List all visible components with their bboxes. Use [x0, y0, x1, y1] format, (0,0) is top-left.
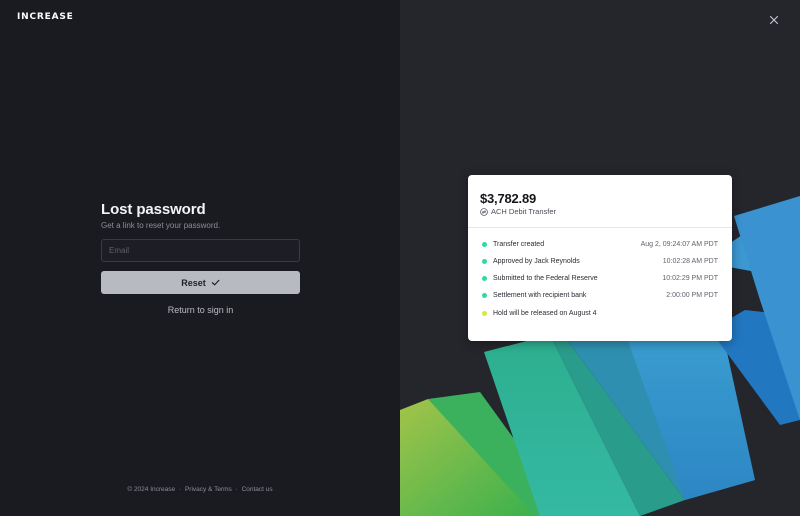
- timeline-item-time: 2:00:00 PM PDT: [666, 292, 718, 299]
- status-dot: [482, 276, 487, 281]
- transfer-amount: $3,782.89: [480, 191, 537, 206]
- ach-transfer-icon: [480, 207, 488, 216]
- footer-separator: ·: [235, 486, 238, 493]
- status-dot: [482, 311, 487, 316]
- page-title: Lost password: [101, 201, 206, 218]
- reset-button-label: Reset: [181, 277, 206, 288]
- lost-password-form: Lost password Get a link to reset your p…: [101, 201, 300, 315]
- status-dot: [482, 259, 487, 264]
- timeline-item-time: 10:02:28 AM PDT: [662, 258, 718, 265]
- email-field[interactable]: [101, 239, 300, 262]
- timeline-item: Settlement with recipient bank 2:00:00 P…: [482, 287, 718, 304]
- auth-panel: INCREASE Lost password Get a link to res…: [0, 0, 400, 516]
- footer: © 2024 Increase · Privacy & Terms · Cont…: [0, 486, 400, 493]
- transfer-timeline: Transfer created Aug 2, 09:24:07 AM PDT …: [468, 228, 732, 322]
- close-icon[interactable]: [768, 14, 780, 26]
- timeline-item: Hold will be released on August 4: [482, 305, 718, 322]
- reset-button[interactable]: Reset: [101, 271, 300, 294]
- transfer-type: ACH Debit Transfer: [480, 207, 720, 216]
- transfer-card-header: $3,782.89 ACH Debit Transfer: [468, 175, 732, 228]
- status-dot: [482, 293, 487, 298]
- timeline-item-label: Submitted to the Federal Reserve: [493, 275, 598, 282]
- transfer-type-label: ACH Debit Transfer: [491, 207, 557, 216]
- timeline-item: Submitted to the Federal Reserve 10:02:2…: [482, 270, 718, 287]
- page-subtitle: Get a link to reset your password.: [101, 221, 221, 230]
- timeline-item-label: Transfer created: [493, 241, 545, 248]
- increase-logo[interactable]: INCREASE: [17, 12, 74, 22]
- contact-us-link[interactable]: Contact us: [242, 486, 273, 493]
- timeline-item: Approved by Jack Reynolds 10:02:28 AM PD…: [482, 253, 718, 270]
- return-to-sign-in-link[interactable]: Return to sign in: [101, 305, 300, 315]
- privacy-terms-link[interactable]: Privacy & Terms: [185, 486, 232, 493]
- transfer-card: $3,782.89 ACH Debit Transfer Transfer cr…: [468, 175, 732, 341]
- timeline-item: Transfer created Aug 2, 09:24:07 AM PDT: [482, 236, 718, 253]
- timeline-item-label: Approved by Jack Reynolds: [493, 258, 580, 265]
- timeline-item-label: Settlement with recipient bank: [493, 292, 587, 299]
- timeline-item-time: 10:02:29 PM PDT: [662, 275, 718, 282]
- checkmark-icon: [211, 279, 220, 286]
- timeline-item-time: Aug 2, 09:24:07 AM PDT: [640, 241, 718, 248]
- status-dot: [482, 242, 487, 247]
- timeline-item-label: Hold will be released on August 4: [493, 310, 597, 317]
- copyright-text: © 2024 Increase: [127, 486, 176, 493]
- footer-separator: ·: [178, 486, 182, 493]
